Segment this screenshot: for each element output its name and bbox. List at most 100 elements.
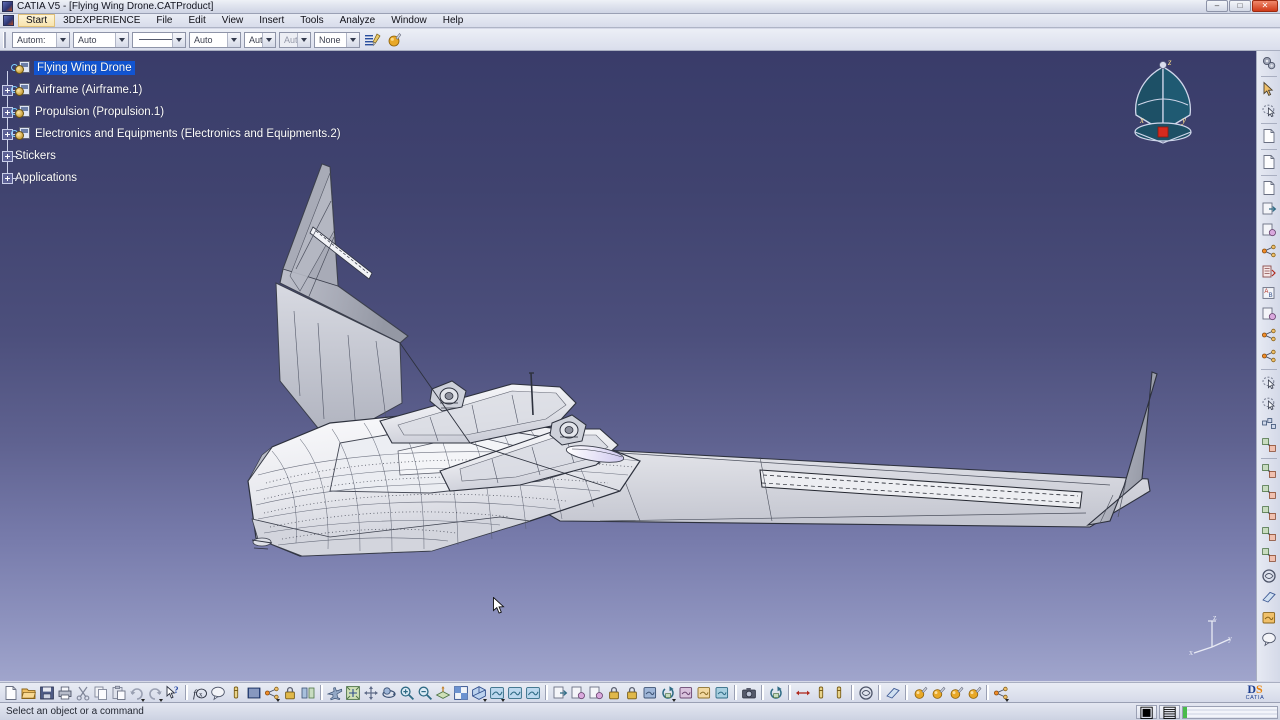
capture-group-icon[interactable] [695,684,713,702]
menu-item-window[interactable]: Window [383,14,435,27]
flexible-rigid-icon[interactable] [1259,545,1279,565]
fit-all-in-icon[interactable] [344,684,362,702]
pan-icon[interactable] [362,684,380,702]
menu-item-3dexperience[interactable]: 3DEXPERIENCE [55,14,148,27]
sectioning-icon[interactable] [1259,587,1279,607]
3d-viewport[interactable]: Flying Wing DroneAirframe (Airframe.1)Pr… [0,51,1256,681]
chevron-down-icon[interactable] [227,33,240,47]
environment-icon[interactable] [947,684,965,702]
sectioning-plane-icon[interactable] [884,684,902,702]
zoom-in-icon[interactable] [398,684,416,702]
chevron-down-icon[interactable] [56,33,69,47]
line-type-combo[interactable] [132,32,186,48]
manage-representations-icon[interactable] [1259,304,1279,324]
capture-screenshot-icon[interactable] [740,684,758,702]
distance-analysis-icon[interactable] [1259,608,1279,628]
scene-group-icon[interactable] [713,684,731,702]
menu-item-analyze[interactable]: Analyze [332,14,384,27]
angle-constraint-icon[interactable] [1259,503,1279,523]
manage-representations-icon[interactable] [569,684,587,702]
workbench-icon[interactable] [1259,53,1279,73]
comment-icon[interactable] [209,684,227,702]
maximize-button[interactable]: □ [1229,0,1251,12]
clash-analysis-icon[interactable] [1259,566,1279,586]
point-symbol-combo[interactable]: None [314,32,360,48]
measure-item-icon[interactable] [227,684,245,702]
flying-wing-drone-3d-model[interactable] [0,51,1256,681]
menu-item-insert[interactable]: Insert [251,14,292,27]
layer-combo[interactable]: Autom: [12,32,70,48]
lock-knowledge-icon[interactable] [281,684,299,702]
menu-item-help[interactable]: Help [435,14,472,27]
knowledge-inspector-icon[interactable] [299,684,317,702]
generate-numbering-icon[interactable] [1259,262,1279,282]
undo-icon[interactable] [128,684,146,702]
cut-icon[interactable] [74,684,92,702]
copy-icon[interactable] [92,684,110,702]
rotate-icon[interactable] [380,684,398,702]
new-part-icon[interactable] [1259,126,1279,146]
print-icon[interactable] [56,684,74,702]
apply-material-icon[interactable] [384,31,402,49]
minimize-button[interactable]: – [1206,0,1228,12]
chevron-down-icon[interactable] [172,33,185,47]
new-component-icon[interactable] [1259,178,1279,198]
save-document-icon[interactable] [38,684,56,702]
formula-icon[interactable]: fx [191,684,209,702]
menu-item-file[interactable]: File [148,14,180,27]
dmu-simulation-icon[interactable] [767,684,785,702]
annotated-view-icon[interactable] [677,684,695,702]
whats-this-help-icon[interactable]: ? [164,684,182,702]
lock-component-icon[interactable] [605,684,623,702]
painter-brush-icon[interactable] [363,31,381,49]
open-document-icon[interactable] [20,684,38,702]
visualization-mode-combo[interactable]: Auto [73,32,129,48]
measure-inertia-icon[interactable] [830,684,848,702]
coincidence-constraint-icon[interactable] [1259,435,1279,455]
apply-customized-view-icon[interactable] [524,684,542,702]
explode-icon[interactable] [1259,414,1279,434]
new-product-icon[interactable] [1259,152,1279,172]
render-style-icon[interactable] [488,684,506,702]
chevron-down-icon[interactable] [115,33,128,47]
update-all-icon[interactable] [659,684,677,702]
replace-component-icon[interactable] [1259,220,1279,240]
graph-tree-reorder-icon[interactable] [1259,241,1279,261]
reset-component-icon[interactable] [641,684,659,702]
graph-tree-icon[interactable] [992,684,1010,702]
apply-material-icon[interactable] [911,684,929,702]
component-properties-icon[interactable] [587,684,605,702]
design-table-icon[interactable] [263,684,281,702]
catia-compass[interactable]: z x y [1118,53,1208,148]
multi-instantiation-icon[interactable] [1259,325,1279,345]
fast-multi-instantiation-icon[interactable] [1259,346,1279,366]
chevron-down-icon[interactable] [297,33,310,47]
power-input-button[interactable]: ▣ [1136,705,1157,719]
snap-icon[interactable] [1259,393,1279,413]
annotation-icon[interactable] [1259,629,1279,649]
existing-component-icon[interactable] [1259,199,1279,219]
contact-constraint-icon[interactable] [1259,461,1279,481]
fix-component-icon[interactable] [1259,524,1279,544]
multi-view-icon[interactable] [452,684,470,702]
select-arrow-icon[interactable] [1259,79,1279,99]
line-thickness-combo[interactable]: Auto [189,32,241,48]
redo-icon[interactable] [146,684,164,702]
light-source-icon[interactable] [965,684,983,702]
menu-item-start[interactable]: Start [18,14,55,27]
unlock-component-icon[interactable] [623,684,641,702]
menu-item-view[interactable]: View [214,14,252,27]
catalog-browser-icon[interactable] [245,684,263,702]
normal-view-icon[interactable] [434,684,452,702]
chevron-down-icon[interactable] [346,33,359,47]
menu-item-edit[interactable]: Edit [181,14,214,27]
measure-between-icon[interactable] [794,684,812,702]
paste-icon[interactable] [110,684,128,702]
insert-existing-component-icon[interactable] [551,684,569,702]
transparency-combo[interactable]: Aut [279,32,311,48]
manipulation-icon[interactable] [1259,372,1279,392]
measure-item-icon[interactable] [812,684,830,702]
select-lasso-icon[interactable] [1259,100,1279,120]
zoom-out-icon[interactable] [416,684,434,702]
close-button[interactable]: ✕ [1252,0,1278,12]
